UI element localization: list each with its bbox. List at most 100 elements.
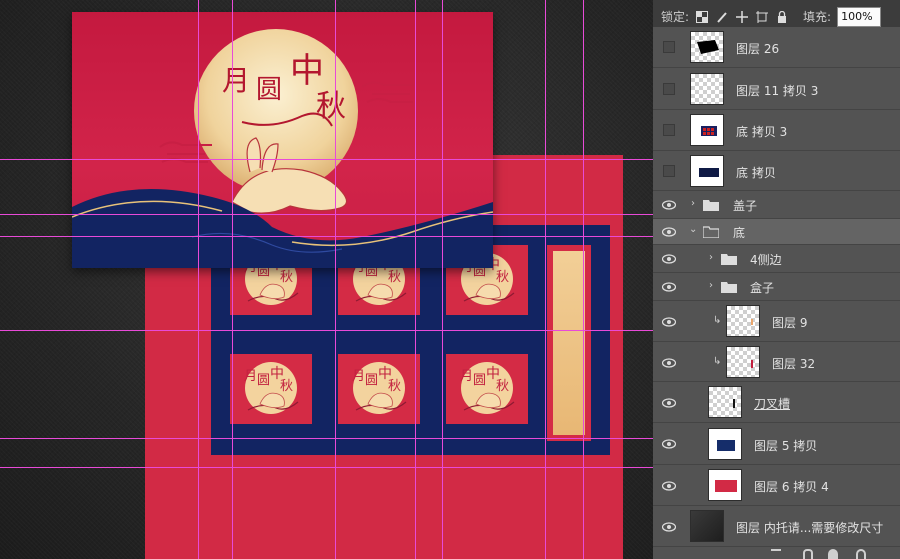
lock-position-icon[interactable]: [735, 10, 749, 24]
svg-text:秋: 秋: [388, 379, 401, 394]
layer-name[interactable]: 底: [733, 224, 745, 241]
guide-line-horizontal[interactable]: [0, 438, 653, 439]
layer-row[interactable]: 图层 内托请...需要修改尺寸: [653, 506, 900, 547]
svg-text:月: 月: [460, 369, 473, 384]
layer-name[interactable]: 图层 32: [772, 355, 815, 372]
guide-line-vertical[interactable]: [232, 0, 233, 559]
layer-name[interactable]: 盖子: [733, 197, 757, 214]
layer-name[interactable]: 底 拷贝: [736, 164, 776, 181]
guide-line-vertical[interactable]: [198, 0, 199, 559]
eye-icon[interactable]: [661, 480, 677, 492]
svg-text:秋: 秋: [496, 270, 509, 285]
layer-name[interactable]: 图层 5 拷贝: [754, 437, 817, 454]
lock-label: 锁定:: [661, 10, 690, 24]
document-canvas[interactable]: 月 圆 中 秋 月 圆 中 秋 月 圆 中 秋: [0, 0, 653, 559]
svg-text:月: 月: [244, 369, 257, 384]
guide-line-horizontal[interactable]: [0, 467, 653, 468]
layer-row[interactable]: 底 拷贝 3: [653, 110, 900, 151]
lid-title-char-4: 秋: [316, 89, 346, 124]
layers-panel: 锁定: 填充: 100% 图层 26 图层 11 拷贝 3 底 拷贝 3 底 拷…: [653, 0, 900, 559]
svg-text:圆: 圆: [257, 373, 270, 388]
layer-row[interactable]: ↳ 图层 9: [653, 301, 900, 342]
svg-text:秋: 秋: [496, 379, 509, 394]
clipping-mask-arrow-icon: ↳: [713, 315, 722, 326]
visibility-toggle-off[interactable]: [663, 124, 675, 136]
clipping-mask-arrow-icon: ↳: [713, 356, 722, 367]
layer-row[interactable]: 刀叉槽: [653, 382, 900, 423]
layer-group-row[interactable]: ⌄ 底: [653, 219, 900, 245]
layer-name[interactable]: 图层 9: [772, 314, 807, 331]
layer-thumbnail: [690, 155, 724, 187]
chevron-right-icon[interactable]: ›: [709, 280, 713, 291]
layer-group-row[interactable]: › 4侧边: [653, 245, 900, 273]
folder-icon: [721, 253, 737, 265]
guide-line-horizontal[interactable]: [0, 214, 653, 215]
guide-line-vertical[interactable]: [583, 0, 584, 559]
eye-icon[interactable]: [661, 253, 677, 265]
chevron-down-icon[interactable]: ⌄: [689, 224, 697, 235]
eye-icon[interactable]: [661, 438, 677, 450]
visibility-toggle-off[interactable]: [663, 83, 675, 95]
add-mask-icon[interactable]: [828, 549, 838, 559]
lock-all-icon[interactable]: [775, 10, 789, 24]
folder-open-icon: [702, 226, 720, 239]
lock-image-pixels-icon[interactable]: [715, 10, 729, 24]
adjustment-layer-icon[interactable]: [856, 549, 866, 559]
layer-row[interactable]: 底 拷贝: [653, 151, 900, 191]
guide-line-vertical[interactable]: [545, 0, 546, 559]
layer-row[interactable]: 图层 26: [653, 27, 900, 68]
layer-group-row[interactable]: › 盒子: [653, 273, 900, 301]
red-box-lower-flap: [200, 467, 623, 559]
layer-thumbnail: [708, 428, 742, 460]
layer-name[interactable]: 4侧边: [750, 251, 782, 268]
svg-text:秋: 秋: [280, 379, 293, 394]
svg-text:圆: 圆: [473, 373, 486, 388]
guide-line-vertical[interactable]: [442, 0, 443, 559]
layer-row[interactable]: 图层 11 拷贝 3: [653, 68, 900, 110]
layer-thumbnail: [690, 73, 724, 105]
layer-group-row[interactable]: › 盖子: [653, 191, 900, 219]
layer-name[interactable]: 图层 内托请...需要修改尺寸: [736, 519, 883, 536]
guide-line-horizontal[interactable]: [0, 159, 653, 160]
fill-label: 填充:: [803, 10, 832, 24]
layer-name[interactable]: 图层 26: [736, 40, 779, 57]
layer-thumbnail: [726, 346, 760, 378]
lock-transparent-pixels-icon[interactable]: [695, 10, 709, 24]
visibility-toggle-off[interactable]: [663, 165, 675, 177]
layer-name[interactable]: 图层 11 拷贝 3: [736, 82, 818, 99]
layer-name[interactable]: 盒子: [750, 279, 774, 296]
prevent-auto-nesting-icon[interactable]: [755, 10, 769, 24]
guide-line-vertical[interactable]: [335, 0, 336, 559]
layer-row[interactable]: 图层 5 拷贝: [653, 423, 900, 465]
add-style-icon[interactable]: [803, 549, 813, 559]
fill-input[interactable]: 100%: [837, 6, 882, 27]
layer-name[interactable]: 图层 6 拷贝 4: [754, 478, 829, 495]
lid-title-char-3: 中: [290, 51, 324, 91]
lid-title-char-2: 圆: [256, 75, 282, 105]
eye-icon[interactable]: [661, 226, 677, 238]
eye-icon[interactable]: [661, 316, 677, 328]
layer-thumbnail: [726, 305, 760, 337]
visibility-toggle-off[interactable]: [663, 41, 675, 53]
chevron-right-icon[interactable]: ›: [709, 252, 713, 263]
guide-line-horizontal[interactable]: [0, 330, 653, 331]
eye-icon[interactable]: [661, 199, 677, 211]
folder-icon: [721, 281, 737, 293]
layer-name[interactable]: 底 拷贝 3: [736, 123, 787, 140]
svg-text:月: 月: [352, 369, 365, 384]
eye-icon[interactable]: [661, 281, 677, 293]
eye-icon[interactable]: [661, 521, 677, 533]
eye-icon[interactable]: [661, 397, 677, 409]
eye-icon[interactable]: [661, 357, 677, 369]
layer-thumbnail: [690, 31, 724, 63]
layer-row[interactable]: ↳ 图层 32: [653, 342, 900, 382]
link-layers-icon[interactable]: [771, 549, 781, 557]
svg-text:秋: 秋: [280, 270, 293, 285]
layer-thumbnail: [708, 469, 742, 501]
layer-name[interactable]: 刀叉槽: [754, 395, 790, 412]
layer-thumbnail: [708, 386, 742, 418]
guide-line-horizontal[interactable]: [0, 236, 653, 237]
chevron-right-icon[interactable]: ›: [691, 198, 695, 209]
layer-row[interactable]: 图层 6 拷贝 4: [653, 465, 900, 506]
guide-line-vertical[interactable]: [415, 0, 416, 559]
